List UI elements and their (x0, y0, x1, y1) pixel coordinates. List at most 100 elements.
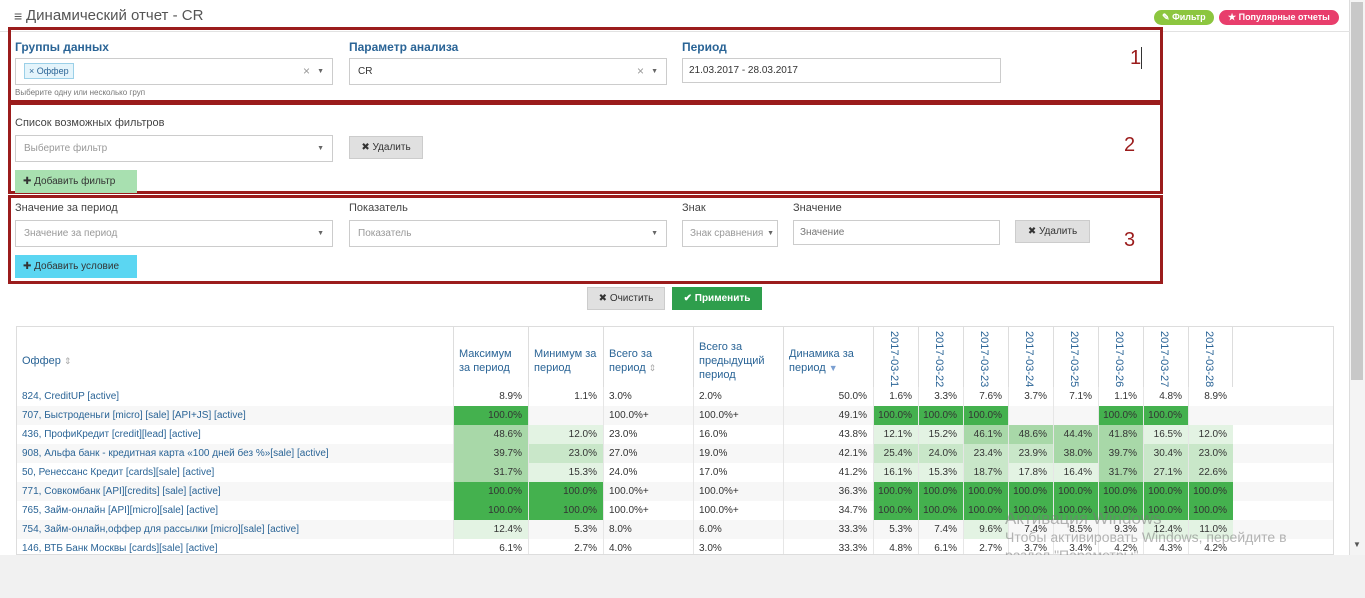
column-dyn[interactable]: Динамика за период ▼ (783, 327, 873, 394)
column-min[interactable]: Минимум за период (528, 327, 603, 394)
chevron-down-icon[interactable]: ▼ (317, 136, 324, 161)
prev-cell: 17.0% (693, 463, 783, 482)
filter-button[interactable]: ✎ Фильтр (1154, 10, 1214, 25)
min-cell: 1.1% (528, 387, 603, 406)
period-value-select[interactable]: Значение за период ▼ (15, 220, 333, 247)
sign-select[interactable]: Знак сравнения ▼ (682, 220, 778, 247)
prev-cell: 100.0%+ (693, 501, 783, 520)
prev-cell: 100.0%+ (693, 406, 783, 425)
section-2-number: 2 (1124, 134, 1136, 156)
column-date[interactable]: 2017-03-24 (1008, 327, 1053, 394)
table-row[interactable]: 707, Быстроденьги [micro] [sale] [API+JS… (17, 406, 1333, 425)
column-date[interactable]: 2017-03-25 (1053, 327, 1098, 394)
column-date[interactable]: 2017-03-21 (873, 327, 918, 394)
section-3-number: 3 (1124, 229, 1136, 251)
day-cell: 44.4% (1053, 425, 1098, 444)
offer-link[interactable]: 146, ВТБ Банк Москвы [cards][sale] [acti… (17, 539, 453, 554)
clear-button[interactable]: ✖ Очистить (587, 287, 665, 310)
vertical-scrollbar[interactable]: ▼ (1350, 0, 1365, 555)
dyn-cell: 33.3% (783, 539, 873, 554)
sort-desc-icon[interactable]: ▼ (829, 363, 838, 373)
prev-cell: 6.0% (693, 520, 783, 539)
max-cell: 31.7% (453, 463, 528, 482)
popular-reports-button[interactable]: ★ Популярные отчеты (1219, 10, 1339, 25)
column-max[interactable]: Максимум за период (453, 327, 528, 394)
column-date[interactable]: 2017-03-23 (963, 327, 1008, 394)
groups-select[interactable]: × Оффер × ▼ (15, 58, 333, 85)
table-row[interactable]: 771, Совкомбанк [API][credits] [sale] [a… (17, 482, 1333, 501)
scrollbar-thumb[interactable] (1351, 2, 1363, 380)
table-row[interactable]: 908, Альфа банк - кредитная карта «100 д… (17, 444, 1333, 463)
offer-link[interactable]: 436, ПрофиКредит [credit][lead] [active] (17, 425, 453, 444)
offer-link[interactable]: 754, Займ-онлайн,оффер для рассылки [mic… (17, 520, 453, 539)
day-cell: 7.4% (918, 520, 963, 539)
table-row[interactable]: 824, CreditUP [active] 8.9% 1.1% 3.0% 2.0% 50… (17, 387, 1333, 406)
check-icon: ✔ (683, 293, 692, 304)
day-cell: 23.4% (963, 444, 1008, 463)
prev-cell: 16.0% (693, 425, 783, 444)
day-cell: 100.0% (1143, 482, 1188, 501)
text-cursor (1141, 47, 1142, 69)
add-filter-label: Добавить фильтр (34, 176, 116, 187)
offer-link[interactable]: 707, Быстроденьги [micro] [sale] [API+JS… (17, 406, 453, 425)
chevron-down-icon[interactable]: ▼ (317, 221, 324, 246)
filter-select[interactable]: Выберите фильтр ▼ (15, 135, 333, 162)
apply-button-label: Применить (694, 293, 751, 304)
clear-icon[interactable]: × (303, 59, 310, 84)
column-date[interactable]: 2017-03-28 (1188, 327, 1233, 394)
day-cell: 100.0% (1143, 406, 1188, 425)
table-row[interactable]: 436, ПрофиКредит [credit][lead] [active]… (17, 425, 1333, 444)
offer-link[interactable]: 765, Займ-онлайн [API][micro][sale] [act… (17, 501, 453, 520)
chevron-down-icon[interactable]: ▼ (651, 59, 658, 84)
scroll-down-icon[interactable]: ▼ (1353, 540, 1361, 549)
offer-link[interactable]: 50, Ренессанс Кредит [cards][sale] [acti… (17, 463, 453, 482)
delete-filter-button[interactable]: ✖ Удалить (349, 136, 423, 159)
add-condition-button[interactable]: ✚ Добавить условие (15, 255, 137, 278)
offer-link[interactable]: 771, Совкомбанк [API][credits] [sale] [a… (17, 482, 453, 501)
column-total[interactable]: Всего за период ⇕ (603, 327, 693, 394)
chevron-down-icon[interactable]: ▼ (767, 221, 774, 246)
sort-icon[interactable]: ⇕ (649, 363, 657, 373)
day-cell: 23.9% (1008, 444, 1053, 463)
table-row[interactable]: 50, Ренессанс Кредит [cards][sale] [acti… (17, 463, 1333, 482)
day-cell: 16.1% (873, 463, 918, 482)
offer-link[interactable]: 908, Альфа банк - кредитная карта «100 д… (17, 444, 453, 463)
total-cell: 100.0%+ (603, 406, 693, 425)
delete-condition-button[interactable]: ✖ Удалить (1015, 220, 1090, 243)
dyn-cell: 41.2% (783, 463, 873, 482)
param-select[interactable]: CR × ▼ (349, 58, 667, 85)
menu-icon[interactable]: ≡ (14, 8, 22, 24)
clear-icon[interactable]: × (637, 59, 644, 84)
sign-label: Знак (682, 202, 706, 214)
column-offer[interactable]: Оффер ⇕ (17, 327, 453, 394)
prev-cell: 2.0% (693, 387, 783, 406)
sort-icon[interactable]: ⇕ (64, 356, 72, 366)
dyn-cell: 43.8% (783, 425, 873, 444)
column-total-label: Всего за период (609, 348, 653, 374)
total-cell: 100.0%+ (603, 482, 693, 501)
add-filter-button[interactable]: ✚ Добавить фильтр (15, 170, 137, 193)
chevron-down-icon[interactable]: ▼ (651, 221, 658, 246)
day-cell: 100.0% (918, 482, 963, 501)
chevron-down-icon[interactable]: ▼ (317, 59, 324, 84)
tag-remove-icon[interactable]: × (29, 66, 34, 76)
column-date[interactable]: 2017-03-26 (1098, 327, 1143, 394)
column-date-label: 2017-03-25 (1068, 331, 1080, 388)
day-cell: 12.0% (1188, 425, 1233, 444)
indicator-select[interactable]: Показатель ▼ (349, 220, 667, 247)
column-prev[interactable]: Всего за предыдущий период (693, 327, 783, 394)
indicator-placeholder: Показатель (358, 228, 412, 239)
offer-link[interactable]: 824, CreditUP [active] (17, 387, 453, 406)
column-max-label: Максимум за период (459, 348, 512, 374)
period-input[interactable]: 21.03.2017 - 28.03.2017 (682, 58, 1001, 83)
day-cell: 27.1% (1143, 463, 1188, 482)
groups-tag[interactable]: × Оффер (24, 63, 74, 79)
dyn-cell: 33.3% (783, 520, 873, 539)
apply-button[interactable]: ✔ Применить (672, 287, 762, 310)
value-input[interactable] (793, 220, 1000, 245)
column-date[interactable]: 2017-03-22 (918, 327, 963, 394)
wrench-icon: ✎ (1162, 12, 1170, 22)
day-cell: 100.0% (873, 406, 918, 425)
column-dyn-label: Динамика за период (789, 348, 854, 374)
column-date[interactable]: 2017-03-27 (1143, 327, 1188, 394)
